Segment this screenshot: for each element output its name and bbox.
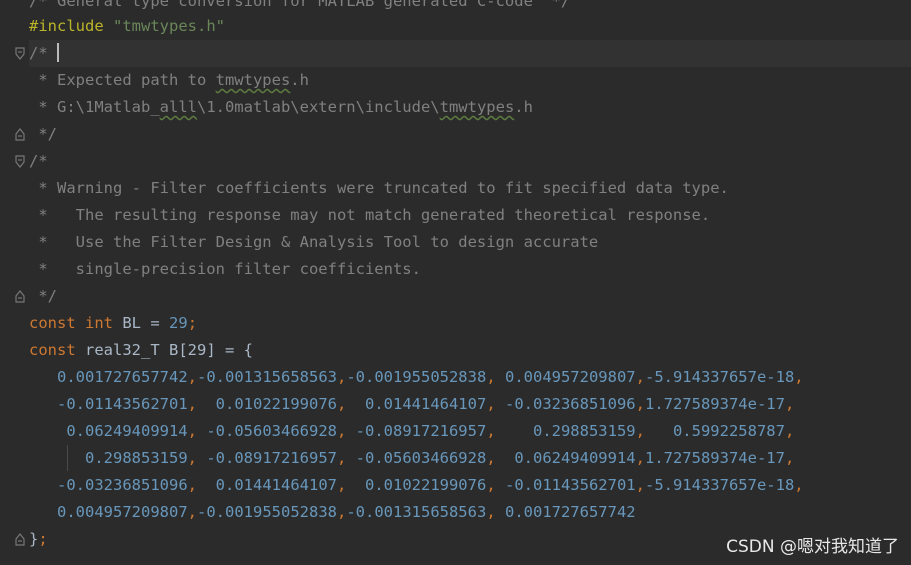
semicolon: ; xyxy=(38,530,48,548)
fold-close-icon[interactable] xyxy=(15,128,25,141)
code-line-comment-open-2: /* xyxy=(29,152,48,170)
gutter xyxy=(0,0,28,565)
include-path: "tmwtypes.h" xyxy=(113,17,225,35)
coefficient: -0.001955052838 xyxy=(197,503,337,521)
coefficient: 0.001727657742 xyxy=(57,368,188,386)
watermark: CSDN @嗯对我知道了 xyxy=(726,537,899,557)
coefficient: -0.001315658563 xyxy=(197,368,337,386)
coefficient: 0.001727657742 xyxy=(495,503,636,521)
code-line-expected-path: * Expected path to tmwtypes.h xyxy=(29,67,911,94)
coefficient: 0.01022199076 xyxy=(346,476,487,494)
fold-open-icon[interactable] xyxy=(15,47,25,60)
coefficient: -5.914337657e-18 xyxy=(644,476,795,494)
coefficient: 1.727589374e-17 xyxy=(644,449,785,467)
code-line-comment-close: */ xyxy=(29,125,57,143)
coefficient: 0.06249409914 xyxy=(495,449,636,467)
coefficient: 0.004957209807 xyxy=(57,503,188,521)
coefficient: -0.01143562701 xyxy=(57,395,188,413)
text-caret xyxy=(57,43,60,62)
fold-close-icon[interactable] xyxy=(15,533,25,546)
comment-text: * G:\1Matlab_ xyxy=(29,98,160,116)
spellcheck-word: tmwtypes xyxy=(215,71,291,89)
coefficient-row-1: 0.001727657742,-0.001315658563,-0.001955… xyxy=(57,368,804,386)
comment-text: .h xyxy=(514,98,533,116)
coefficient: 0.004957209807 xyxy=(495,368,636,386)
coefficient: -0.05603466928 xyxy=(346,449,487,467)
coefficient: 0.01022199076 xyxy=(197,395,337,413)
comment-text: .h xyxy=(290,71,309,89)
array-declaration: real32_T B[29] = { xyxy=(75,341,253,359)
coefficient: -0.03236851096 xyxy=(57,476,188,494)
coefficient: -0.001315658563 xyxy=(346,503,487,521)
semicolon: ; xyxy=(187,314,198,332)
coefficient: -0.08917216957 xyxy=(197,449,337,467)
comment-open-text: /* xyxy=(29,44,48,62)
coefficient-row-4: 0.298853159, -0.08917216957, -0.05603466… xyxy=(85,449,795,467)
code-line-include: #include "tmwtypes.h" xyxy=(29,13,911,40)
fold-close-icon[interactable] xyxy=(15,290,25,303)
coefficient: -0.03236851096 xyxy=(495,395,636,413)
coefficient: -0.001955052838 xyxy=(346,368,487,386)
number-literal: 29 xyxy=(169,314,188,332)
coefficient-row-5: -0.03236851096, 0.01441464107, 0.0102219… xyxy=(57,476,804,494)
coefficient-row-6: 0.004957209807,-0.001955052838,-0.001315… xyxy=(57,503,636,521)
identifier-bl: BL = xyxy=(113,314,170,332)
comment-text: \1.0matlab\extern\include\ xyxy=(196,98,440,116)
code-line-warning-3: * Use the Filter Design & Analysis Tool … xyxy=(29,233,599,251)
spellcheck-word: alll xyxy=(159,98,197,116)
coefficient-row-2: -0.01143562701, 0.01022199076, 0.0144146… xyxy=(57,395,795,413)
code-line-b-decl: const real32_T B[29] = { xyxy=(29,337,911,364)
coefficient: 0.06249409914 xyxy=(66,422,188,440)
keyword-int: int xyxy=(85,314,114,332)
code-line-warning-4: * single-precision filter coefficients. xyxy=(29,260,421,278)
code-line-comment-open[interactable]: /* xyxy=(29,40,911,67)
spellcheck-word: tmwtypes xyxy=(439,98,515,116)
coefficient: 0.298853159 xyxy=(85,449,188,467)
code-line-path: * G:\1Matlab_alll\1.0matlab\extern\inclu… xyxy=(29,94,911,121)
code-line-warning: * Warning - Filter coefficients were tru… xyxy=(29,179,729,197)
coefficient: -5.914337657e-18 xyxy=(644,368,795,386)
coefficient: 0.01441464107 xyxy=(197,476,337,494)
coefficient: 1.727589374e-17 xyxy=(644,395,785,413)
coefficient: -0.01143562701 xyxy=(495,476,636,494)
fold-open-icon[interactable] xyxy=(15,155,25,168)
keyword-const: const xyxy=(29,341,76,359)
coefficient: 0.5992258787 xyxy=(644,422,785,440)
code-line-warning-2: * The resulting response may not match g… xyxy=(29,206,711,224)
coefficient-row-3: 0.06249409914, -0.05603466928, -0.089172… xyxy=(66,422,795,440)
keyword-const: const xyxy=(29,314,76,332)
code-line-comment-close-2: */ xyxy=(29,287,57,305)
comment-text: * Expected path to xyxy=(29,71,216,89)
code-editor[interactable]: /* General type conversion for MATLAB ge… xyxy=(0,0,911,565)
include-directive: #include xyxy=(29,17,104,35)
coefficient: -0.08917216957 xyxy=(346,422,487,440)
coefficient: 0.01441464107 xyxy=(346,395,487,413)
code-line-bl-decl: const int BL = 29; xyxy=(29,310,911,337)
coefficient: -0.05603466928 xyxy=(197,422,337,440)
closing-brace: } xyxy=(29,530,39,548)
coefficient: 0.298853159 xyxy=(495,422,636,440)
